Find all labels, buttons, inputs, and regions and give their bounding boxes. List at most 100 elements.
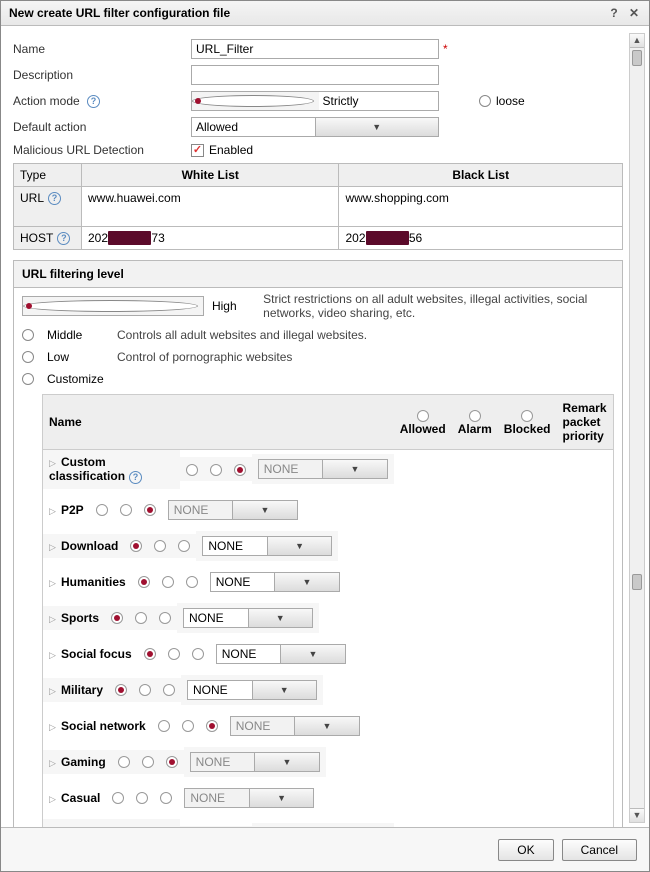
radio-allowed[interactable]	[106, 786, 130, 810]
default-action-label: Default action	[13, 120, 191, 134]
ok-button[interactable]: OK	[498, 839, 553, 861]
close-icon[interactable]: ✕	[627, 6, 641, 20]
level-middle[interactable]	[22, 329, 39, 341]
help-icon[interactable]: ?	[607, 6, 621, 20]
radio-alarm[interactable]	[129, 606, 153, 630]
radio-allowed[interactable]	[112, 750, 136, 774]
col-name: Name	[43, 395, 394, 450]
expand-icon[interactable]: ▷	[49, 542, 59, 553]
scrollbar[interactable]: ▲ ▼	[629, 33, 645, 823]
chevron-down-icon: ▼	[267, 537, 332, 555]
radio-blocked[interactable]	[228, 457, 252, 481]
category-name: Sports	[61, 611, 99, 625]
cancel-button[interactable]: Cancel	[562, 839, 637, 861]
table-row: ▷Social network NONE▼	[43, 711, 394, 741]
radio-blocked[interactable]	[172, 534, 196, 558]
col-type: Type	[14, 164, 82, 187]
priority-select[interactable]: NONE▼	[168, 500, 298, 520]
radio-blocked[interactable]	[157, 678, 181, 702]
priority-select[interactable]: NONE▼	[210, 572, 340, 592]
expand-icon[interactable]: ▷	[49, 578, 59, 589]
radio-allowed[interactable]	[105, 606, 129, 630]
chevron-down-icon: ▼	[294, 717, 359, 735]
col-alarm: Alarm	[452, 395, 498, 450]
radio-blocked[interactable]	[160, 750, 184, 774]
description-input[interactable]	[191, 65, 439, 85]
radio-alarm[interactable]	[114, 498, 138, 522]
expand-icon[interactable]: ▷	[49, 458, 59, 469]
url-whitelist-cell[interactable]: www.huawei.com	[82, 187, 339, 227]
category-name: Humanities	[61, 575, 126, 589]
level-low[interactable]	[22, 351, 39, 363]
priority-select[interactable]: NONE▼	[258, 459, 388, 479]
radio-allowed[interactable]	[138, 642, 162, 666]
radio-allowed[interactable]	[90, 498, 114, 522]
priority-select[interactable]: NONE▼	[216, 644, 346, 664]
priority-select[interactable]: NONE▼	[202, 536, 332, 556]
chevron-down-icon: ▼	[249, 789, 314, 807]
scroll-down-icon[interactable]: ▼	[630, 808, 644, 822]
col-blacklist: Black List	[339, 164, 623, 187]
expand-icon[interactable]: ▷	[49, 506, 59, 517]
chevron-down-icon: ▼	[248, 609, 313, 627]
radio-alarm[interactable]	[130, 786, 154, 810]
radio-blocked[interactable]	[180, 570, 204, 594]
description-label: Description	[13, 68, 191, 82]
col-priority: Remark packet priority	[557, 395, 614, 450]
radio-alarm[interactable]	[148, 534, 172, 558]
category-name: Custom classification	[49, 455, 125, 483]
host-whitelist-cell[interactable]: 202.00.000.73	[82, 227, 339, 250]
expand-icon[interactable]: ▷	[49, 650, 59, 661]
priority-select[interactable]: NONE▼	[184, 788, 314, 808]
help-icon[interactable]: ?	[48, 192, 61, 205]
radio-blocked[interactable]	[154, 786, 178, 810]
expand-icon[interactable]: ▷	[49, 758, 59, 769]
expand-icon[interactable]: ▷	[49, 794, 59, 805]
radio-blocked[interactable]	[186, 642, 210, 666]
scroll-up-icon[interactable]: ▲	[630, 34, 644, 48]
radio-alarm[interactable]	[136, 750, 160, 774]
url-host-lists: Type White List Black List URL? www.huaw…	[13, 163, 623, 250]
category-name: Social network	[61, 719, 146, 733]
action-mode-loose[interactable]: loose	[479, 94, 525, 108]
help-icon[interactable]: ?	[87, 95, 100, 108]
radio-allowed[interactable]	[152, 714, 176, 738]
scrollbar-thumb[interactable]	[632, 50, 642, 66]
radio-blocked[interactable]	[153, 606, 177, 630]
radio-blocked[interactable]	[138, 498, 162, 522]
priority-select[interactable]: NONE▼	[230, 716, 360, 736]
radio-blocked[interactable]	[200, 714, 224, 738]
level-high[interactable]	[22, 296, 204, 316]
malicious-enabled-checkbox[interactable]: ✓ Enabled	[191, 143, 253, 157]
radio-alarm[interactable]	[133, 678, 157, 702]
url-blacklist-cell[interactable]: www.shopping.com	[339, 187, 623, 227]
radio-alarm[interactable]	[176, 714, 200, 738]
expand-icon[interactable]: ▷	[49, 686, 59, 697]
radio-alarm[interactable]	[204, 457, 228, 481]
radio-allowed[interactable]	[132, 570, 156, 594]
priority-select[interactable]: NONE▼	[190, 752, 320, 772]
help-icon[interactable]: ?	[57, 232, 70, 245]
name-input[interactable]	[191, 39, 439, 59]
action-mode-strictly[interactable]: Strictly	[191, 91, 439, 111]
host-blacklist-cell[interactable]: 202.00.000.56	[339, 227, 623, 250]
action-mode-label: Action mode	[13, 94, 80, 108]
radio-alarm[interactable]	[162, 642, 186, 666]
radio-alarm[interactable]	[156, 570, 180, 594]
col-allowed: Allowed	[394, 395, 452, 450]
url-filtering-level-title: URL filtering level	[14, 261, 622, 288]
expand-icon[interactable]: ▷	[49, 722, 59, 733]
scrollbar-thumb[interactable]	[632, 574, 642, 590]
priority-select[interactable]: NONE▼	[183, 608, 313, 628]
level-customize[interactable]	[22, 373, 39, 385]
default-action-select[interactable]: Allowed ▼	[191, 117, 439, 137]
priority-select[interactable]: NONE▼	[187, 680, 317, 700]
help-icon[interactable]: ?	[129, 471, 142, 484]
name-label: Name	[13, 42, 191, 56]
expand-icon[interactable]: ▷	[49, 614, 59, 625]
chevron-down-icon: ▼	[232, 501, 297, 519]
url-row-label: URL	[20, 191, 44, 205]
radio-allowed[interactable]	[109, 678, 133, 702]
radio-allowed[interactable]	[124, 534, 148, 558]
radio-allowed[interactable]	[180, 457, 204, 481]
